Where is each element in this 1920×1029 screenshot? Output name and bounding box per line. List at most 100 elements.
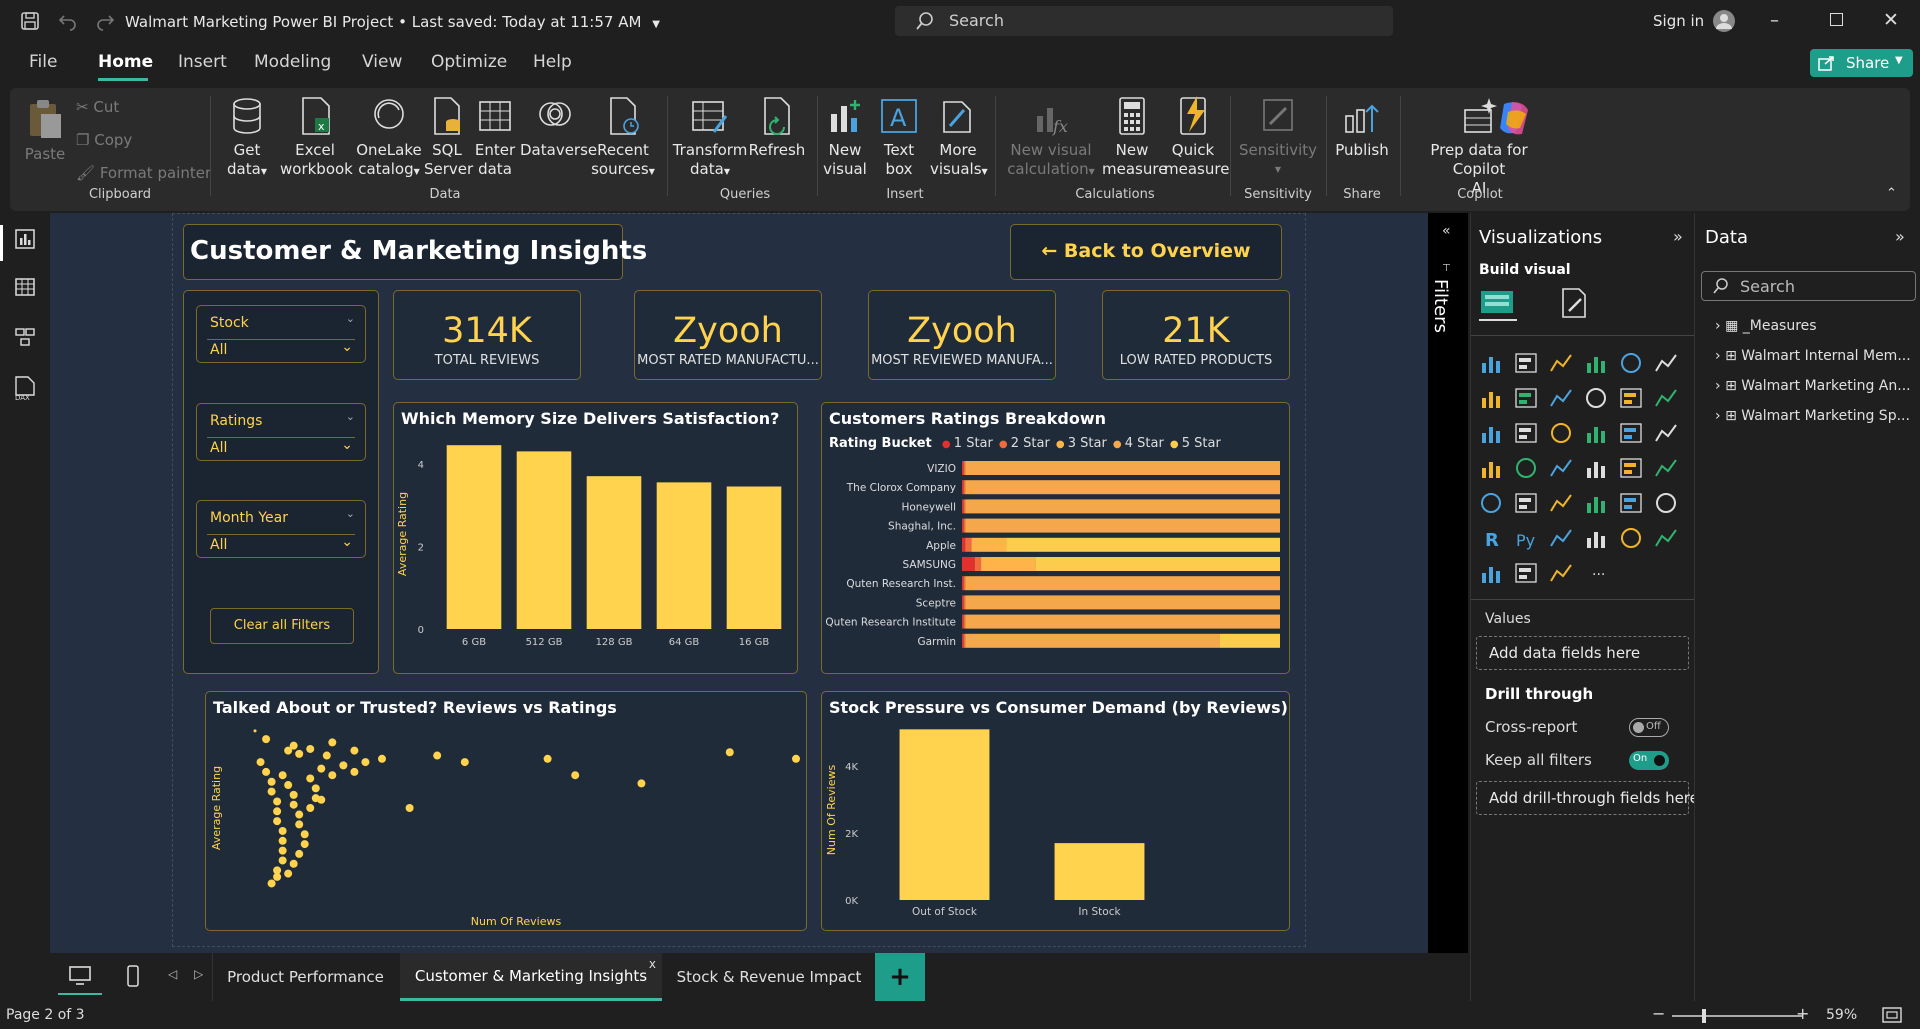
- legend-item[interactable]: ● 1 Star: [942, 436, 993, 451]
- reviews-vs-ratings-chart[interactable]: Talked About or Trusted? Reviews vs Rati…: [205, 691, 807, 931]
- add-data-fields-dropzone[interactable]: Add data fields here: [1476, 636, 1689, 670]
- visual-type-icon[interactable]: [1620, 423, 1642, 443]
- chevron-down-icon[interactable]: ▼: [652, 19, 660, 30]
- quick-measure-button[interactable]: Quick measure: [1164, 96, 1229, 179]
- visual-type-icon[interactable]: [1515, 493, 1537, 513]
- visual-types-grid[interactable]: R Py ···: [1479, 351, 1689, 596]
- recent-sources-button[interactable]: Recent sources▼: [590, 96, 656, 181]
- stock-demand-chart[interactable]: Stock Pressure vs Consumer Demand (by Re…: [821, 691, 1290, 931]
- menu-help[interactable]: Help: [533, 52, 572, 72]
- redo-icon[interactable]: [95, 11, 115, 35]
- visual-type-icon[interactable]: [1482, 567, 1500, 583]
- visual-type-icon[interactable]: [1655, 424, 1677, 442]
- zoom-out-icon[interactable]: −: [1652, 1004, 1665, 1023]
- text-box-button[interactable]: A Text box: [876, 96, 922, 179]
- zoom-slider[interactable]: [1672, 1009, 1802, 1023]
- visual-type-icon[interactable]: [1482, 357, 1500, 373]
- chevron-down-icon[interactable]: ⌄: [341, 437, 353, 453]
- expand-filters-icon[interactable]: «: [1442, 223, 1451, 239]
- undo-icon[interactable]: [58, 11, 78, 35]
- zoom-in-icon[interactable]: +: [1796, 1004, 1809, 1023]
- collapse-ribbon-icon[interactable]: ⌃: [1886, 186, 1897, 201]
- visual-type-icon[interactable]: [1516, 458, 1536, 478]
- enter-data-button[interactable]: Enter data: [472, 96, 518, 179]
- add-page-button[interactable]: +: [875, 953, 925, 1001]
- ratings-slicer[interactable]: Ratings ⌄ All ⌄: [196, 403, 366, 461]
- month-year-slicer[interactable]: Month Year ⌄ All ⌄: [196, 500, 366, 558]
- visual-type-icon[interactable]: [1621, 528, 1641, 548]
- share-button[interactable]: Share ▼: [1810, 49, 1913, 77]
- add-drill-through-dropzone[interactable]: Add drill-through fields here: [1476, 781, 1699, 815]
- tab-product-performance[interactable]: Product Performance: [212, 953, 398, 1001]
- new-measure-button[interactable]: New measure: [1102, 96, 1167, 179]
- collapse-data-icon[interactable]: »: [1895, 227, 1905, 246]
- legend-item[interactable]: ● 3 Star: [1056, 436, 1107, 451]
- visual-type-icon[interactable]: [1551, 423, 1571, 443]
- sensitivity-button[interactable]: Sensitivity ▼: [1238, 96, 1318, 179]
- data-search-input[interactable]: Search: [1701, 271, 1916, 301]
- transform-data-button[interactable]: Transform data▼: [670, 96, 750, 181]
- tree-item-marketing-analysis[interactable]: › ⊞ Walmart Marketing An...: [1715, 378, 1911, 394]
- fit-to-page-icon[interactable]: [1882, 1007, 1902, 1027]
- collapse-viz-icon[interactable]: »: [1673, 227, 1683, 246]
- refresh-button[interactable]: Refresh: [744, 96, 810, 160]
- menu-home[interactable]: Home: [98, 52, 153, 72]
- zoom-slider-thumb[interactable]: [1702, 1009, 1706, 1023]
- minimize-icon[interactable]: –: [1770, 10, 1779, 31]
- visual-type-icon[interactable]: [1620, 493, 1642, 513]
- menu-insert[interactable]: Insert: [178, 52, 227, 72]
- search-box[interactable]: Search: [895, 6, 1393, 36]
- excel-workbook-button[interactable]: x Excel workbook: [280, 96, 353, 179]
- legend-item[interactable]: ● 5 Star: [1170, 436, 1221, 451]
- visual-type-icon[interactable]: [1550, 354, 1572, 372]
- copy-button[interactable]: ❐ Copy: [76, 131, 132, 150]
- report-view-icon[interactable]: [14, 228, 36, 254]
- get-data-button[interactable]: Get data▼: [222, 96, 272, 181]
- visual-type-icon[interactable]: [1586, 388, 1606, 408]
- dax-query-view-icon[interactable]: DAX: [12, 375, 38, 405]
- visual-type-icon[interactable]: R: [1485, 530, 1499, 551]
- visual-type-icon[interactable]: [1550, 564, 1572, 582]
- visual-type-icon[interactable]: [1515, 423, 1537, 443]
- visual-type-icon[interactable]: [1482, 462, 1500, 478]
- visual-type-icon[interactable]: [1587, 427, 1605, 443]
- tree-item-internal-members[interactable]: › ⊞ Walmart Internal Mem...: [1715, 348, 1911, 364]
- keep-filters-toggle[interactable]: On: [1629, 751, 1669, 770]
- scroll-left-icon[interactable]: ◁: [168, 967, 177, 981]
- sql-server-button[interactable]: SQL Server: [424, 96, 473, 179]
- document-title[interactable]: Walmart Marketing Power BI Project • Las…: [125, 13, 660, 31]
- desktop-layout-button[interactable]: [58, 959, 102, 995]
- visual-type-icon[interactable]: [1482, 392, 1500, 408]
- visual-type-icon[interactable]: [1620, 388, 1642, 408]
- visual-type-icon[interactable]: [1515, 388, 1537, 408]
- menu-file[interactable]: File: [29, 52, 57, 72]
- visual-type-icon[interactable]: [1655, 529, 1677, 547]
- visual-type-icon[interactable]: [1656, 493, 1676, 513]
- tree-item-measures[interactable]: › ▦ _Measures: [1715, 318, 1817, 334]
- legend-item[interactable]: ● 2 Star: [999, 436, 1050, 451]
- publish-button[interactable]: Publish: [1332, 96, 1392, 160]
- mobile-layout-icon[interactable]: [126, 965, 140, 991]
- visual-type-icon[interactable]: [1587, 462, 1605, 478]
- memory-size-chart[interactable]: Which Memory Size Delivers Satisfaction?…: [393, 402, 798, 674]
- visual-type-icon[interactable]: ···: [1592, 567, 1605, 583]
- visual-type-icon[interactable]: [1587, 532, 1605, 548]
- visual-type-icon[interactable]: [1550, 494, 1572, 512]
- visual-type-icon[interactable]: [1587, 357, 1605, 373]
- clear-filters-button[interactable]: Clear all Filters: [210, 608, 354, 644]
- visual-type-icon[interactable]: [1515, 353, 1537, 373]
- visual-type-icon[interactable]: [1655, 459, 1677, 477]
- sign-in-link[interactable]: Sign in: [1653, 12, 1704, 30]
- model-view-icon[interactable]: [14, 326, 36, 352]
- visual-type-icon[interactable]: [1621, 353, 1641, 373]
- visual-type-icon[interactable]: [1515, 563, 1537, 583]
- menu-optimize[interactable]: Optimize: [431, 52, 507, 72]
- more-visuals-button[interactable]: More visuals▼: [930, 96, 988, 181]
- menu-modeling[interactable]: Modeling: [254, 52, 331, 72]
- cut-button[interactable]: ✂ Cut: [76, 98, 119, 117]
- onelake-catalog-button[interactable]: OneLake catalog▼: [356, 96, 422, 181]
- chevron-down-icon[interactable]: ⌄: [341, 339, 353, 355]
- visual-type-icon[interactable]: [1550, 459, 1572, 477]
- format-painter-button[interactable]: 🖌 Format painter: [76, 164, 211, 183]
- menu-view[interactable]: View: [362, 52, 402, 72]
